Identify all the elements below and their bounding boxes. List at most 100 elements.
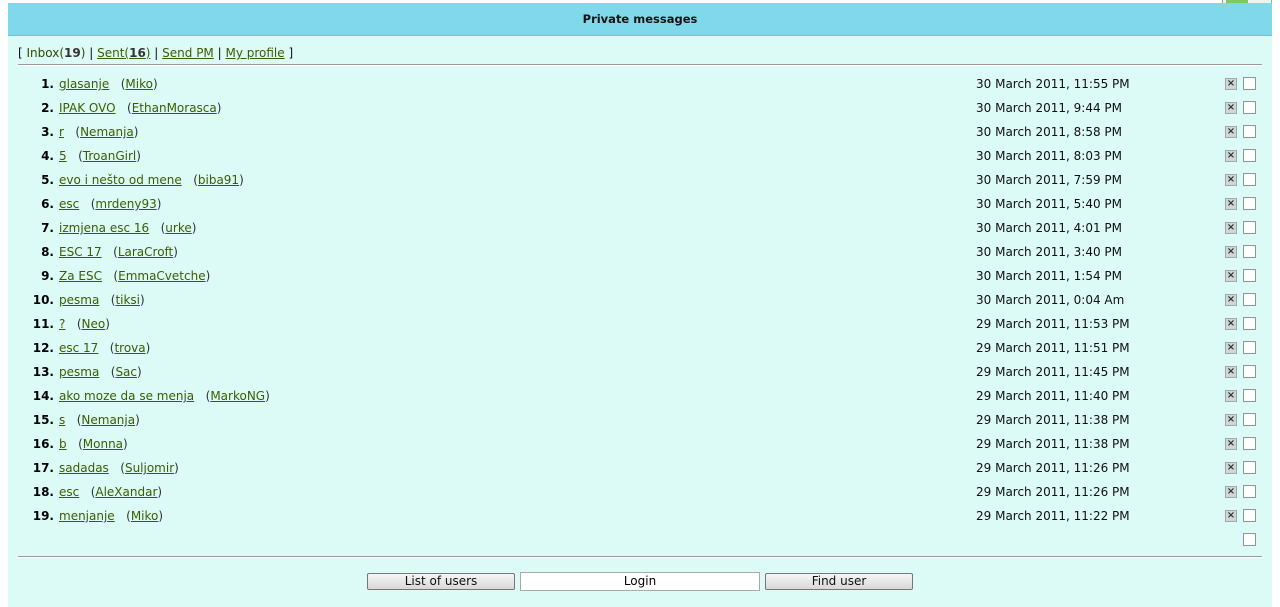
message-checkbox[interactable]	[1243, 125, 1256, 138]
row-number: 7.	[41, 221, 54, 235]
message-date: 30 March 2011, 3:40 PM	[976, 245, 1122, 259]
message-date: 30 March 2011, 11:55 PM	[976, 77, 1130, 91]
row-number: 10.	[32, 293, 54, 307]
delete-icon[interactable]: ×	[1225, 414, 1237, 426]
message-subject-link[interactable]: 5	[59, 149, 67, 163]
message-subject-link[interactable]: Za ESC	[59, 269, 102, 283]
delete-icon[interactable]: ×	[1225, 174, 1237, 186]
message-subject-link[interactable]: ?	[59, 317, 65, 331]
message-subject-link[interactable]: glasanje	[59, 77, 109, 91]
table-row: 17. sadadas (Suljomir) 29 March 2011, 11…	[8, 460, 1272, 484]
table-row: 13. pesma (Sac) 29 March 2011, 11:45 PM …	[8, 364, 1272, 388]
message-date: 30 March 2011, 4:01 PM	[976, 221, 1122, 235]
message-subject-link[interactable]: esc	[59, 197, 79, 211]
message-checkbox[interactable]	[1243, 149, 1256, 162]
message-checkbox[interactable]	[1243, 437, 1256, 450]
row-number: 16.	[32, 437, 54, 451]
list-of-users-button[interactable]: List of users	[367, 573, 515, 590]
page-title: Private messages	[8, 3, 1272, 36]
message-checkbox[interactable]	[1243, 197, 1256, 210]
find-user-button[interactable]: Find user	[765, 573, 913, 590]
delete-icon[interactable]: ×	[1225, 222, 1237, 234]
message-date: 29 March 2011, 11:38 PM	[976, 437, 1130, 451]
message-subject-link[interactable]: ako moze da se menja	[59, 389, 194, 403]
message-subject-link[interactable]: menjanje	[59, 509, 115, 523]
message-date: 30 March 2011, 0:04 Am	[976, 293, 1125, 307]
message-subject-link[interactable]: b	[59, 437, 67, 451]
delete-icon[interactable]: ×	[1225, 390, 1237, 402]
delete-icon[interactable]: ×	[1225, 294, 1237, 306]
delete-icon[interactable]: ×	[1225, 318, 1237, 330]
message-subject-link[interactable]: ESC 17	[59, 245, 102, 259]
nav-sent[interactable]: Sent(16)	[97, 46, 150, 60]
message-subject-link[interactable]: r	[59, 125, 64, 139]
message-checkbox[interactable]	[1243, 389, 1256, 402]
delete-icon[interactable]: ×	[1225, 102, 1237, 114]
sender-link[interactable]: TroanGirl	[83, 149, 136, 163]
message-checkbox[interactable]	[1243, 485, 1256, 498]
message-date: 30 March 2011, 1:54 PM	[976, 269, 1122, 283]
message-date: 30 March 2011, 7:59 PM	[976, 173, 1122, 187]
message-subject-link[interactable]: s	[59, 413, 65, 427]
sender-link[interactable]: MarkoNG	[210, 389, 265, 403]
message-subject-link[interactable]: esc	[59, 485, 79, 499]
delete-icon[interactable]: ×	[1225, 246, 1237, 258]
sender-link[interactable]: urke	[165, 221, 191, 235]
select-all-checkbox[interactable]	[1243, 533, 1256, 546]
login-field[interactable]: Login	[520, 572, 760, 591]
delete-icon[interactable]: ×	[1225, 78, 1237, 90]
sender-link[interactable]: AleXandar	[95, 485, 157, 499]
message-checkbox[interactable]	[1243, 293, 1256, 306]
sender-link[interactable]: trova	[114, 341, 145, 355]
message-subject-link[interactable]: evo i nešto od mene	[59, 173, 182, 187]
delete-icon[interactable]: ×	[1225, 438, 1237, 450]
message-subject-link[interactable]: izmjena esc 16	[59, 221, 149, 235]
message-subject-link[interactable]: IPAK OVO	[59, 101, 116, 115]
message-checkbox[interactable]	[1243, 341, 1256, 354]
message-checkbox[interactable]	[1243, 413, 1256, 426]
message-checkbox[interactable]	[1243, 461, 1256, 474]
message-subject-link[interactable]: esc 17	[59, 341, 98, 355]
delete-icon[interactable]: ×	[1225, 270, 1237, 282]
message-checkbox[interactable]	[1243, 365, 1256, 378]
message-checkbox[interactable]	[1243, 77, 1256, 90]
sender-link[interactable]: Nemanja	[81, 413, 135, 427]
delete-icon[interactable]: ×	[1225, 462, 1237, 474]
message-checkbox[interactable]	[1243, 221, 1256, 234]
message-checkbox[interactable]	[1243, 101, 1256, 114]
sender-link[interactable]: Sac	[115, 365, 137, 379]
message-checkbox[interactable]	[1243, 509, 1256, 522]
bottom-divider	[18, 556, 1262, 558]
message-subject-link[interactable]: pesma	[59, 293, 99, 307]
sender-link[interactable]: mrdeny93	[95, 197, 156, 211]
private-messages-panel: Private messages [ Inbox(19) | Sent(16) …	[8, 3, 1272, 607]
message-checkbox[interactable]	[1243, 173, 1256, 186]
message-checkbox[interactable]	[1243, 245, 1256, 258]
delete-icon[interactable]: ×	[1225, 486, 1237, 498]
nav-my-profile[interactable]: My profile	[225, 46, 284, 60]
sender-link[interactable]: Miko	[125, 77, 153, 91]
sender-link[interactable]: Monna	[83, 437, 123, 451]
sender-link[interactable]: LaraCroft	[118, 245, 173, 259]
message-subject-link[interactable]: pesma	[59, 365, 99, 379]
delete-icon[interactable]: ×	[1225, 126, 1237, 138]
sender-link[interactable]: Miko	[131, 509, 159, 523]
nav-inbox[interactable]: Inbox(19)	[27, 46, 86, 60]
sender-link[interactable]: biba91	[198, 173, 239, 187]
message-checkbox[interactable]	[1243, 317, 1256, 330]
sender-link[interactable]: EthanMorasca	[132, 101, 217, 115]
nav-send-pm[interactable]: Send PM	[162, 46, 214, 60]
sender-link[interactable]: EmmaCvetche	[118, 269, 205, 283]
message-date: 29 March 2011, 11:53 PM	[976, 317, 1130, 331]
delete-icon[interactable]: ×	[1225, 150, 1237, 162]
delete-icon[interactable]: ×	[1225, 510, 1237, 522]
delete-icon[interactable]: ×	[1225, 342, 1237, 354]
message-checkbox[interactable]	[1243, 269, 1256, 282]
delete-icon[interactable]: ×	[1225, 366, 1237, 378]
sender-link[interactable]: tiksi	[115, 293, 140, 307]
sender-link[interactable]: Neo	[82, 317, 106, 331]
sender-link[interactable]: Suljomir	[125, 461, 174, 475]
message-subject-link[interactable]: sadadas	[59, 461, 109, 475]
sender-link[interactable]: Nemanja	[80, 125, 134, 139]
delete-icon[interactable]: ×	[1225, 198, 1237, 210]
